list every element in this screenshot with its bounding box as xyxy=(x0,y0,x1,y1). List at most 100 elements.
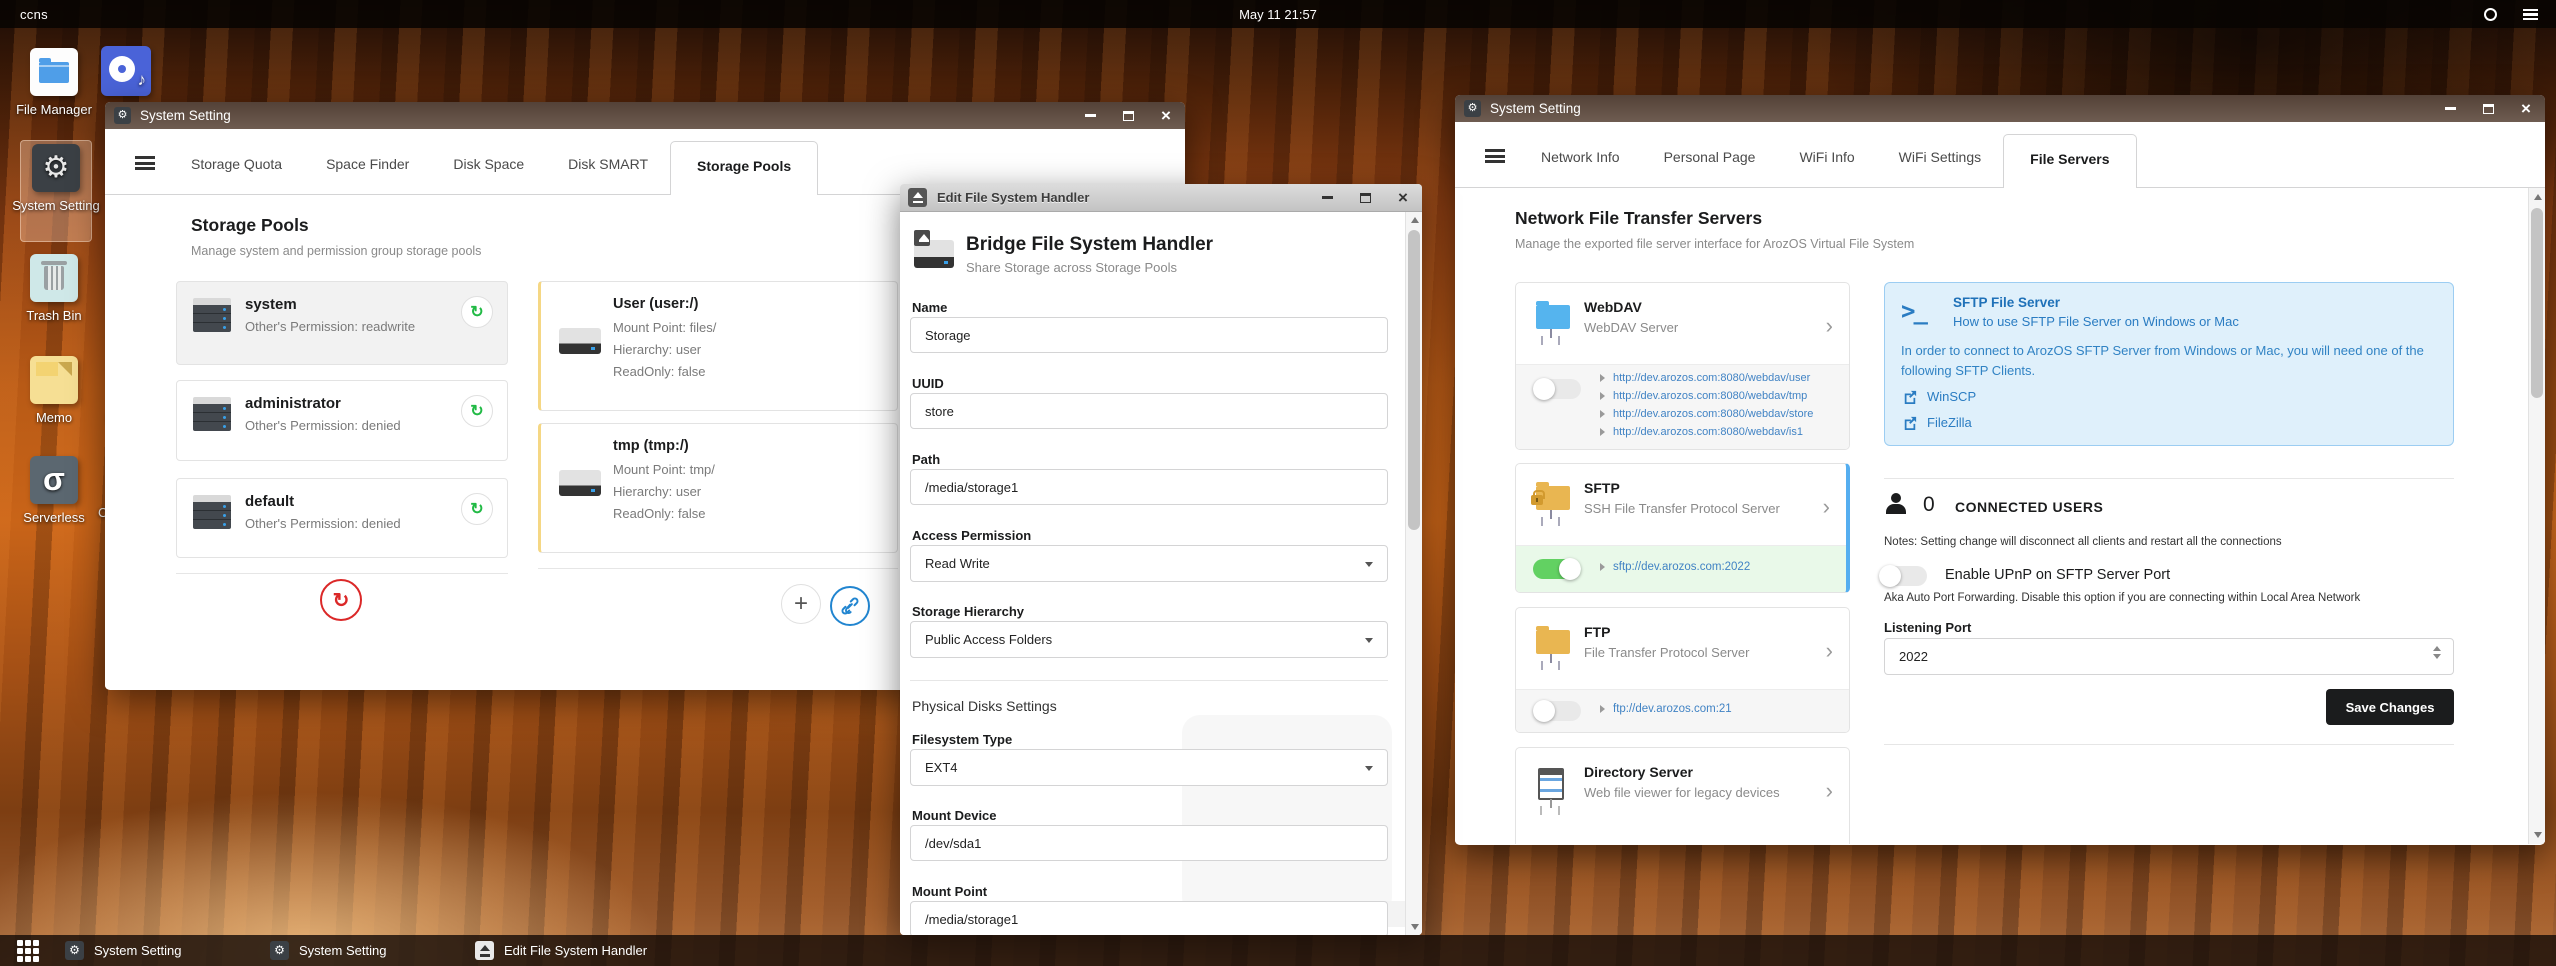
sftp-help-box: >_ SFTP File Server How to use SFTP File… xyxy=(1884,282,2454,446)
storage-hierarchy-select[interactable]: Public Access Folders xyxy=(910,621,1388,658)
uuid-input[interactable] xyxy=(910,393,1388,429)
mount-point-input[interactable] xyxy=(910,901,1388,935)
tab-personal-page[interactable]: Personal Page xyxy=(1642,135,1778,179)
taskbar-item-system-setting-2[interactable]: ⚙ System Setting xyxy=(270,935,475,966)
tab-wifi-settings[interactable]: WiFi Settings xyxy=(1877,135,2003,179)
loading-circle-icon[interactable] xyxy=(2484,7,2497,21)
winscp-link[interactable]: WinSCP xyxy=(1903,389,1976,404)
scrollbar-thumb[interactable] xyxy=(2531,208,2543,398)
pool-card-system[interactable]: system Other's Permission: readwrite ↻ xyxy=(176,281,508,365)
hamburger-icon[interactable] xyxy=(135,156,155,170)
webdav-url-link[interactable]: http://dev.arozos.com:8080/webdav/tmp xyxy=(1613,390,1807,402)
maximize-button[interactable] xyxy=(2469,95,2507,122)
scroll-down-icon[interactable] xyxy=(2533,832,2542,838)
sync-pool-button[interactable]: ↻ xyxy=(461,493,493,525)
chevron-right-icon[interactable]: › xyxy=(1826,313,1833,339)
minimize-button[interactable] xyxy=(2431,95,2469,122)
gear-icon: ⚙ xyxy=(114,107,131,124)
scroll-up-icon[interactable] xyxy=(2533,194,2542,200)
chevron-right-icon[interactable]: › xyxy=(1826,638,1833,664)
scroll-down-icon[interactable] xyxy=(1410,924,1419,930)
divider xyxy=(1884,478,2454,479)
disk-watermark xyxy=(1182,715,1422,927)
dialog-titlebar[interactable]: Edit File System Handler × xyxy=(900,184,1422,212)
mount-card-tmp[interactable]: tmp (tmp:/) Mount Point: tmp/ Hierarchy:… xyxy=(538,423,898,553)
gear-icon: ⚙ xyxy=(270,941,289,960)
chevron-right-icon[interactable]: › xyxy=(1826,778,1833,804)
mount-point-line: Mount Point: tmp/ xyxy=(613,462,715,477)
dialog-scrollbar[interactable] xyxy=(1405,212,1422,935)
hamburger-icon[interactable] xyxy=(1485,149,1505,163)
sftp-url-link[interactable]: sftp://dev.arozos.com:2022 xyxy=(1613,561,1750,573)
tab-wifi-info[interactable]: WiFi Info xyxy=(1777,135,1876,179)
taskbar-item-edit-fsh[interactable]: Edit File System Handler xyxy=(475,935,755,966)
pool-card-administrator[interactable]: administrator Other's Permission: denied… xyxy=(176,380,508,461)
apps-grid-icon[interactable] xyxy=(17,939,39,962)
server-desc: File Transfer Protocol Server xyxy=(1584,645,1750,660)
save-changes-button[interactable]: Save Changes xyxy=(2326,689,2454,725)
desktop-icon-memo[interactable]: Memo xyxy=(8,356,100,425)
tab-storage-quota[interactable]: Storage Quota xyxy=(169,142,304,186)
close-button[interactable]: × xyxy=(1384,184,1422,211)
window2-scrollbar[interactable] xyxy=(2528,188,2545,844)
path-input[interactable] xyxy=(910,469,1388,505)
tab-network-info[interactable]: Network Info xyxy=(1519,135,1642,179)
mount-card-user[interactable]: User (user:/) Mount Point: files/ Hierar… xyxy=(538,281,898,411)
minimize-button[interactable] xyxy=(1308,184,1346,211)
server-card-ftp[interactable]: FTP File Transfer Protocol Server › ftp:… xyxy=(1515,607,1850,733)
sync-pool-button[interactable]: ↻ xyxy=(461,296,493,328)
ftp-url-link[interactable]: ftp://dev.arozos.com:21 xyxy=(1613,703,1732,715)
tab-storage-pools[interactable]: Storage Pools xyxy=(670,141,819,195)
scrollbar-thumb[interactable] xyxy=(1408,230,1420,530)
window1-titlebar[interactable]: ⚙ System Setting × xyxy=(105,102,1185,129)
desktop-icon-music[interactable]: ♪ xyxy=(98,46,154,102)
desktop-icon-serverless[interactable]: σ Serverless xyxy=(8,456,100,525)
filesystem-type-select[interactable]: EXT4 xyxy=(910,749,1388,786)
desktop-icon-system-setting[interactable]: ⚙ System Setting xyxy=(10,144,102,213)
webdav-toggle[interactable] xyxy=(1533,378,1581,400)
listening-port-input[interactable] xyxy=(1884,638,2454,675)
chevron-right-icon[interactable]: › xyxy=(1823,494,1830,520)
upnp-toggle[interactable] xyxy=(1879,565,1927,587)
webdav-status-strip: http://dev.arozos.com:8080/webdav/user h… xyxy=(1516,364,1849,449)
taskbar-item-system-setting-1[interactable]: ⚙ System Setting xyxy=(65,935,270,966)
webdav-url-link[interactable]: http://dev.arozos.com:8080/webdav/store xyxy=(1613,408,1813,420)
maximize-button[interactable] xyxy=(1346,184,1384,211)
close-button[interactable]: × xyxy=(2507,95,2545,122)
webdav-url-link[interactable]: http://dev.arozos.com:8080/webdav/is1 xyxy=(1613,426,1803,438)
sync-pool-button[interactable]: ↻ xyxy=(461,395,493,427)
tab-space-finder[interactable]: Space Finder xyxy=(304,142,431,186)
sftp-help-body: In order to connect to ArozOS SFTP Serve… xyxy=(1901,343,2424,378)
add-fsh-button[interactable]: + xyxy=(781,584,821,624)
number-spinner[interactable] xyxy=(2430,646,2444,659)
menu-icon[interactable] xyxy=(2523,8,2538,20)
filesystem-type-value: EXT4 xyxy=(925,760,958,775)
upnp-desc: Aka Auto Port Forwarding. Disable this o… xyxy=(1884,592,2361,604)
webdav-url-link[interactable]: http://dev.arozos.com:8080/webdav/user xyxy=(1613,372,1810,384)
maximize-button[interactable] xyxy=(1109,102,1147,129)
sftp-toggle[interactable] xyxy=(1533,558,1581,580)
window2-titlebar[interactable]: ⚙ System Setting × xyxy=(1455,95,2545,122)
server-card-directory[interactable]: Directory Server Web file viewer for leg… xyxy=(1515,747,1850,844)
scroll-up-icon[interactable] xyxy=(1410,217,1419,223)
pool-card-default[interactable]: default Other's Permission: denied ↻ xyxy=(176,478,508,558)
bridge-fsh-button[interactable] xyxy=(830,586,870,626)
server-card-webdav[interactable]: WebDAV WebDAV Server › http://dev.arozos… xyxy=(1515,282,1850,450)
close-button[interactable]: × xyxy=(1147,102,1185,129)
filezilla-link[interactable]: FileZilla xyxy=(1903,415,1972,430)
reload-pools-button[interactable]: ↻ xyxy=(320,579,362,621)
desktop-icon-file-manager[interactable]: File Manager xyxy=(8,48,100,117)
server-rack-icon xyxy=(193,495,231,529)
server-card-sftp[interactable]: SFTP SSH File Transfer Protocol Server ›… xyxy=(1515,463,1850,593)
minimize-button[interactable] xyxy=(1071,102,1109,129)
sftp-folder-icon xyxy=(1531,482,1570,519)
tab-disk-smart[interactable]: Disk SMART xyxy=(546,142,670,186)
desktop-icon-trash-bin[interactable]: Trash Bin xyxy=(8,254,100,323)
access-permission-select[interactable]: Read Write xyxy=(910,545,1388,582)
name-input[interactable] xyxy=(910,317,1388,353)
tab-disk-space[interactable]: Disk Space xyxy=(431,142,546,186)
bullet-icon xyxy=(1600,374,1605,382)
ftp-toggle[interactable] xyxy=(1533,700,1581,722)
tab-file-servers[interactable]: File Servers xyxy=(2003,134,2137,188)
mount-device-input[interactable] xyxy=(910,825,1388,861)
